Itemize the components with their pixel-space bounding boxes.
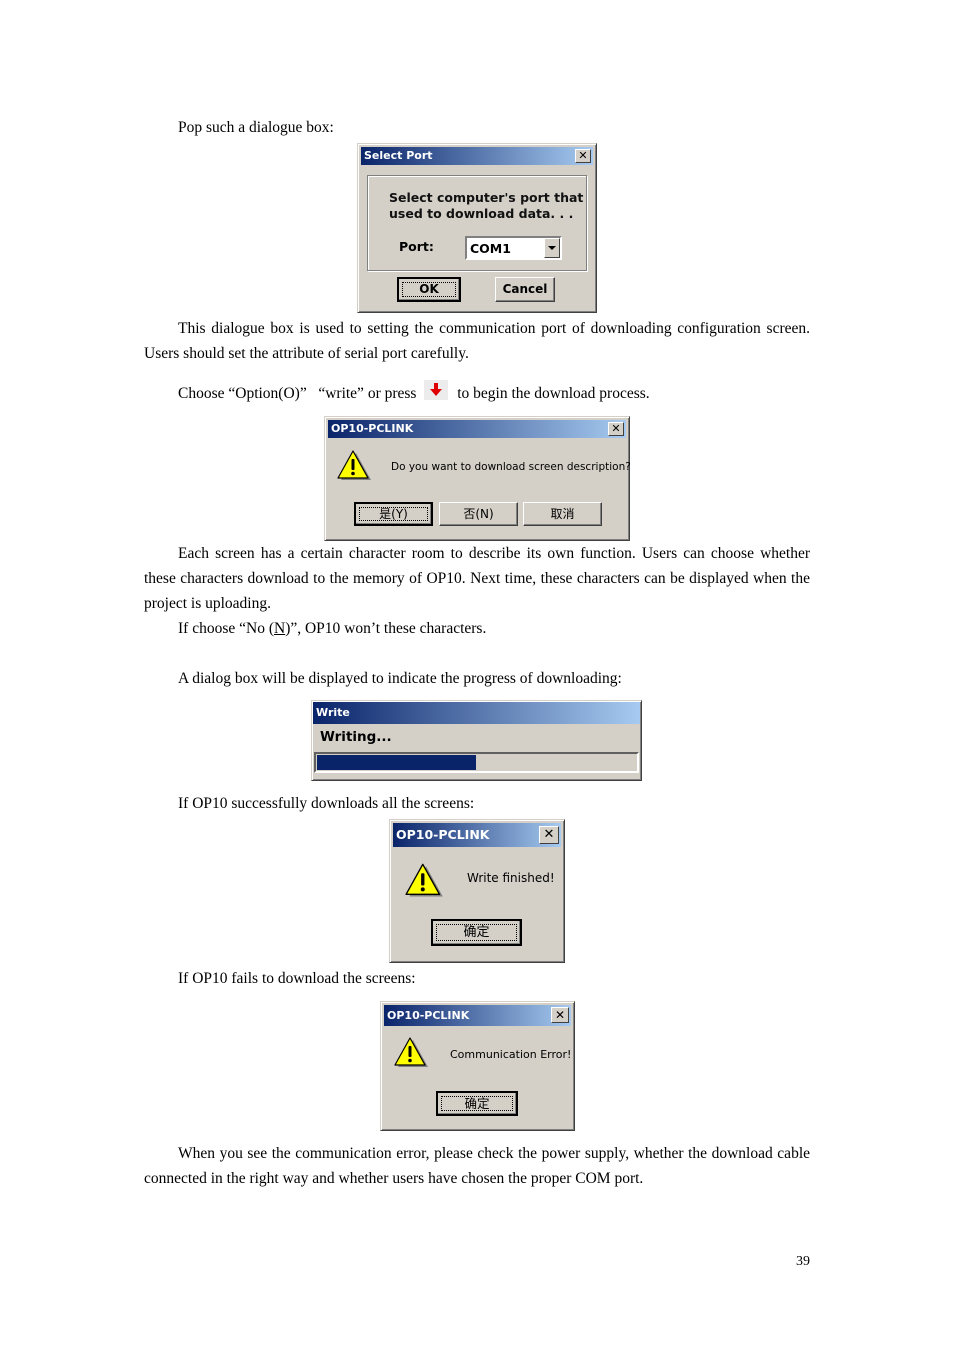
title-bar: OP10-PCLINK ✕ [328,420,626,438]
message-line-2: used to download data. . . [389,206,574,221]
no-button[interactable]: 否(N) [439,502,518,526]
close-button[interactable]: ✕ [608,422,624,436]
write-finished-dialog: OP10-PCLINK ✕ Write finished! 确定 [389,819,565,963]
dialog-title: Write [316,706,350,719]
finished-message: Write finished! [467,871,555,885]
yes-label: 是(Y) [379,507,408,521]
write-progress-dialog: Write Writing... [311,700,642,781]
warning-icon [405,863,443,897]
select-port-message: Select computer's port that used to down… [389,190,583,222]
cancel-label: 取消 [550,507,575,521]
para-select-port-desc: This dialogue box is used to setting the… [144,320,810,362]
para-if-no: If choose “No (N)”, OP10 won’t these cha… [178,616,486,641]
ok-button[interactable]: 确定 [436,1091,518,1116]
para-if-no-after: )”, OP10 won’t these characters. [285,620,487,637]
para-progress: A dialog box will be displayed to indica… [178,670,622,687]
para-each-screen: Each screen has a certain character room… [144,545,810,612]
close-icon: ✕ [554,1008,566,1022]
write-toolbar-button [424,380,449,400]
progress-fill [317,755,476,770]
warning-icon [337,450,371,480]
writing-status: Writing... [320,729,392,745]
para-if-no-before: If choose “No ( [178,620,274,637]
ok-label: 确定 [464,1096,490,1111]
warning-icon [394,1037,428,1067]
dialog-title: Select Port [364,149,433,162]
close-icon: ✕ [543,827,555,842]
close-button[interactable]: ✕ [575,149,591,163]
para-choose-before: Choose “Option(O)” “write” or press [178,385,417,402]
dialog-title: OP10-PCLINK [396,827,490,842]
ok-label: OK [419,282,439,296]
ok-label: 确定 [463,925,490,940]
port-dropdown-button[interactable] [544,238,560,258]
para-fail: If OP10 fails to download the screens: [178,970,416,987]
port-label: Port: [399,239,434,254]
title-bar: OP10-PCLINK ✕ [393,823,561,847]
comm-error-dialog: OP10-PCLINK ✕ Communication Error! 确定 [380,1001,575,1131]
confirm-message: Do you want to download screen descripti… [391,461,631,473]
message-line-1: Select computer's port that [389,190,584,205]
dialog-title: OP10-PCLINK [331,422,414,435]
para-choose-after: to begin the download process. [457,385,650,402]
cancel-button[interactable]: 取消 [523,502,602,526]
close-button[interactable]: ✕ [551,1007,569,1023]
ok-button[interactable]: OK [397,277,461,302]
title-bar: Write [313,702,640,724]
confirm-download-dialog: OP10-PCLINK ✕ Do you want to download sc… [324,416,631,541]
para-pop: Pop such a dialogue box: [178,119,334,136]
chevron-down-icon [548,246,556,250]
dialog-title: OP10-PCLINK [387,1009,470,1022]
para-error-help: When you see the communication error, pl… [144,1145,810,1187]
title-bar: Select Port ✕ [361,147,593,165]
cancel-label: Cancel [502,282,548,296]
yes-button[interactable]: 是(Y) [354,502,433,526]
para-choose: Choose “Option(O)” “write” or press to b… [178,380,650,406]
close-icon: ✕ [611,422,621,435]
port-select[interactable]: COM1 [465,236,562,260]
cancel-button[interactable]: Cancel [495,277,555,302]
close-icon: ✕ [578,149,588,162]
title-bar: OP10-PCLINK ✕ [384,1005,571,1026]
page-number: 39 [796,1254,810,1269]
close-button[interactable]: ✕ [539,826,559,844]
red-down-arrow-icon [430,383,443,396]
progress-bar [314,752,639,773]
para-if-no-key: N [273,620,286,637]
select-port-dialog: Select Port ✕ Select computer's port tha… [357,143,597,313]
para-success: If OP10 successfully downloads all the s… [178,795,475,812]
ok-button[interactable]: 确定 [431,919,522,946]
no-label: 否(N) [463,507,494,521]
error-message: Communication Error! [450,1048,572,1061]
port-select-value: COM1 [470,241,511,256]
